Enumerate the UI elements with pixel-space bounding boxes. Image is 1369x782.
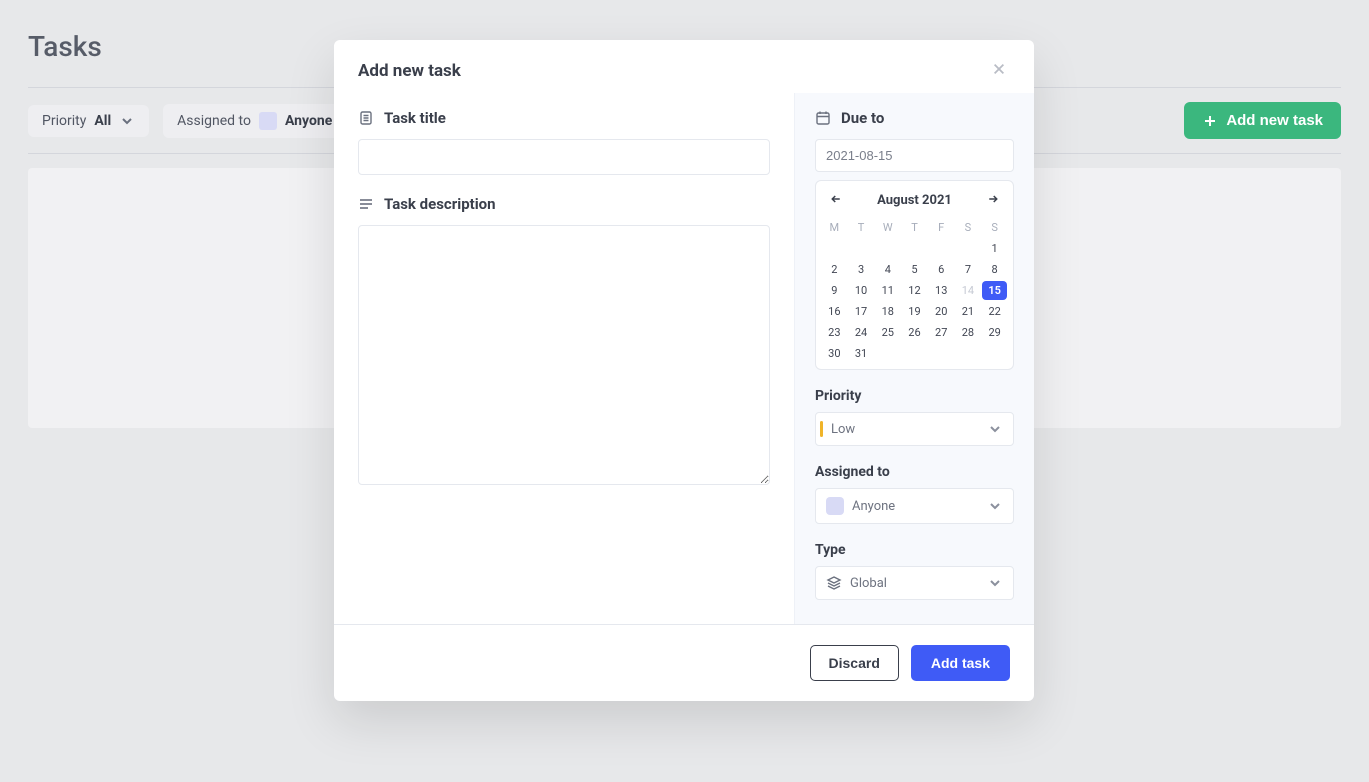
calendar-empty-cell — [902, 239, 927, 258]
calendar-dow: M — [822, 218, 847, 237]
close-icon — [992, 61, 1006, 80]
assigned-value: Anyone — [852, 499, 895, 514]
calendar-dow: F — [929, 218, 954, 237]
calendar-day[interactable]: 17 — [849, 302, 874, 321]
calendar-day[interactable]: 22 — [982, 302, 1007, 321]
calendar-day[interactable]: 2 — [822, 260, 847, 279]
calendar-dow: T — [849, 218, 874, 237]
calendar-day[interactable]: 13 — [929, 281, 954, 300]
calendar-empty-cell — [822, 239, 847, 258]
calendar-day[interactable]: 31 — [849, 344, 874, 363]
calendar-dow: S — [982, 218, 1007, 237]
calendar-empty-cell — [849, 239, 874, 258]
add-task-label: Add task — [931, 655, 990, 671]
due-to-label: Due to — [841, 109, 884, 127]
calendar-icon — [815, 110, 831, 126]
add-task-modal: Add new task Task title — [334, 40, 1034, 701]
calendar-day[interactable]: 24 — [849, 323, 874, 342]
add-task-button[interactable]: Add task — [911, 645, 1010, 681]
modal-right-column: Due to August 2021 — [794, 93, 1034, 624]
discard-label: Discard — [829, 655, 880, 671]
modal-header: Add new task — [334, 40, 1034, 83]
calendar-day[interactable]: 14 — [956, 281, 981, 300]
calendar-next-button[interactable] — [985, 191, 1001, 210]
calendar-empty-cell — [902, 344, 927, 363]
calendar-day[interactable]: 25 — [875, 323, 900, 342]
modal-overlay: Add new task Task title — [0, 0, 1369, 782]
calendar-dow: S — [956, 218, 981, 237]
priority-select[interactable]: Low — [815, 412, 1014, 446]
calendar-empty-cell — [956, 239, 981, 258]
calendar-day[interactable]: 5 — [902, 260, 927, 279]
calendar-day[interactable]: 6 — [929, 260, 954, 279]
calendar-dow: T — [902, 218, 927, 237]
calendar-day[interactable]: 12 — [902, 281, 927, 300]
task-description-label: Task description — [384, 195, 496, 213]
chevron-down-icon — [987, 421, 1003, 437]
calendar-day[interactable]: 3 — [849, 260, 874, 279]
calendar-day[interactable]: 15 — [982, 281, 1007, 300]
task-title-input[interactable] — [358, 139, 770, 175]
task-title-label: Task title — [384, 109, 446, 127]
calendar-header: August 2021 — [822, 191, 1007, 218]
modal-title: Add new task — [358, 61, 461, 81]
calendar-empty-cell — [875, 344, 900, 363]
clipboard-icon — [358, 110, 374, 126]
calendar-prev-button[interactable] — [828, 191, 844, 210]
calendar-empty-cell — [929, 239, 954, 258]
task-description-input[interactable] — [358, 225, 770, 485]
modal-body: Task title Task description — [334, 93, 1034, 624]
layers-icon — [826, 575, 842, 591]
modal-left-column: Task title Task description — [334, 93, 794, 624]
due-date-input[interactable] — [815, 139, 1014, 172]
assigned-section-label: Assigned to — [815, 464, 1014, 480]
calendar-day[interactable]: 18 — [875, 302, 900, 321]
task-title-label-row: Task title — [358, 109, 770, 127]
chevron-down-icon — [987, 575, 1003, 591]
arrow-right-icon — [987, 193, 999, 208]
avatar-icon — [826, 497, 844, 515]
calendar-empty-cell — [982, 344, 1007, 363]
calendar-empty-cell — [875, 239, 900, 258]
calendar-day[interactable]: 11 — [875, 281, 900, 300]
calendar-day[interactable]: 28 — [956, 323, 981, 342]
calendar-day[interactable]: 29 — [982, 323, 1007, 342]
priority-indicator — [820, 421, 823, 437]
discard-button[interactable]: Discard — [810, 645, 899, 681]
priority-value: Low — [831, 422, 855, 437]
calendar: August 2021 MTWTFSS123456789101112131415… — [815, 180, 1014, 370]
calendar-day[interactable]: 4 — [875, 260, 900, 279]
type-select[interactable]: Global — [815, 566, 1014, 600]
priority-section-label: Priority — [815, 388, 1014, 404]
assigned-select[interactable]: Anyone — [815, 488, 1014, 524]
due-to-label-row: Due to — [815, 109, 1014, 127]
calendar-day[interactable]: 1 — [982, 239, 1007, 258]
calendar-day[interactable]: 10 — [849, 281, 874, 300]
calendar-day[interactable]: 8 — [982, 260, 1007, 279]
type-section-label: Type — [815, 542, 1014, 558]
task-description-label-row: Task description — [358, 195, 770, 213]
type-value: Global — [850, 576, 887, 591]
calendar-day[interactable]: 20 — [929, 302, 954, 321]
calendar-dow: W — [875, 218, 900, 237]
calendar-day[interactable]: 7 — [956, 260, 981, 279]
calendar-day[interactable]: 16 — [822, 302, 847, 321]
chevron-down-icon — [987, 498, 1003, 514]
calendar-grid: MTWTFSS123456789101112131415161718192021… — [822, 218, 1007, 363]
calendar-empty-cell — [929, 344, 954, 363]
modal-footer: Discard Add task — [334, 624, 1034, 701]
calendar-day[interactable]: 9 — [822, 281, 847, 300]
calendar-day[interactable]: 23 — [822, 323, 847, 342]
description-icon — [358, 196, 374, 212]
calendar-empty-cell — [956, 344, 981, 363]
arrow-left-icon — [830, 193, 842, 208]
close-button[interactable] — [988, 58, 1010, 83]
calendar-month-label: August 2021 — [877, 193, 952, 208]
calendar-day[interactable]: 21 — [956, 302, 981, 321]
calendar-day[interactable]: 26 — [902, 323, 927, 342]
calendar-day[interactable]: 19 — [902, 302, 927, 321]
calendar-day[interactable]: 27 — [929, 323, 954, 342]
calendar-day[interactable]: 30 — [822, 344, 847, 363]
